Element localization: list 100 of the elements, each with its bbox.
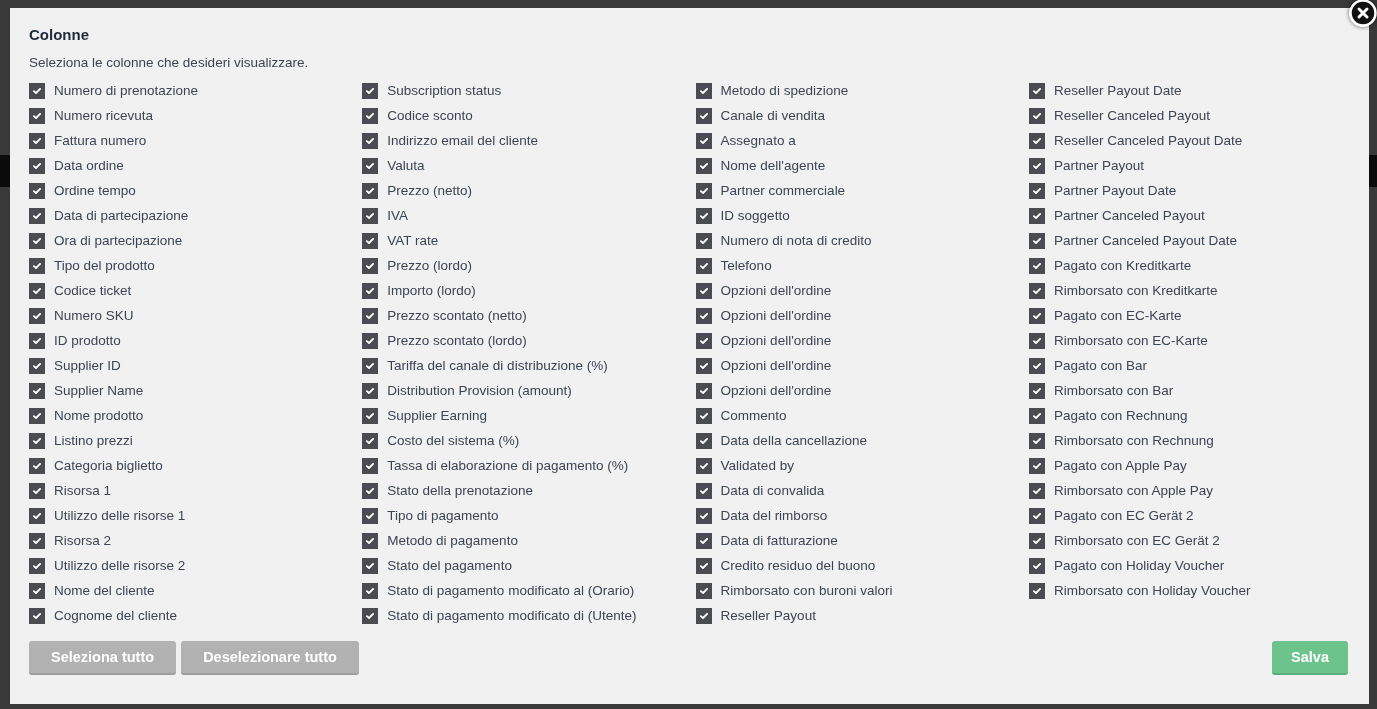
checkbox-label[interactable]: Opzioni dell'ordine bbox=[720, 283, 832, 298]
checkbox[interactable] bbox=[1028, 257, 1045, 274]
checkbox-label[interactable]: Pagato con Bar bbox=[1053, 358, 1147, 373]
checkbox[interactable] bbox=[695, 232, 712, 249]
checkbox[interactable] bbox=[695, 282, 712, 299]
checkbox[interactable] bbox=[362, 307, 379, 324]
checkbox-label[interactable]: Nome del cliente bbox=[54, 583, 155, 598]
checkbox-label[interactable]: Rimborsato con Bar bbox=[1053, 383, 1174, 398]
checkbox[interactable] bbox=[29, 557, 45, 574]
checkbox[interactable] bbox=[362, 82, 379, 99]
checkbox-label[interactable]: Risorsa 1 bbox=[54, 483, 112, 498]
checkbox-label[interactable]: Tariffa del canale di distribuzione (%) bbox=[387, 358, 608, 373]
checkbox[interactable] bbox=[29, 432, 45, 449]
checkbox-label[interactable]: VAT rate bbox=[387, 233, 439, 248]
checkbox[interactable] bbox=[29, 182, 45, 199]
checkbox[interactable] bbox=[695, 532, 712, 549]
checkbox[interactable] bbox=[1028, 282, 1045, 299]
checkbox-label[interactable]: Data ordine bbox=[54, 158, 124, 173]
checkbox[interactable] bbox=[362, 607, 379, 624]
checkbox-label[interactable]: Cognome del cliente bbox=[54, 608, 178, 623]
checkbox[interactable] bbox=[695, 582, 712, 599]
checkbox[interactable] bbox=[362, 182, 379, 199]
checkbox-label[interactable]: Opzioni dell'ordine bbox=[720, 383, 832, 398]
checkbox-label[interactable]: Credito residuo del buono bbox=[720, 558, 876, 573]
checkbox[interactable] bbox=[362, 457, 379, 474]
checkbox-label[interactable]: Rimborsato con EC-Karte bbox=[1053, 333, 1208, 348]
checkbox-label[interactable]: Partner commerciale bbox=[720, 183, 846, 198]
checkbox[interactable] bbox=[362, 357, 379, 374]
checkbox-label[interactable]: Tassa di elaborazione di pagamento (%) bbox=[387, 458, 629, 473]
checkbox-label[interactable]: Reseller Payout Date bbox=[1053, 83, 1182, 98]
checkbox-label[interactable]: Codice ticket bbox=[54, 283, 132, 298]
checkbox[interactable] bbox=[1028, 382, 1045, 399]
checkbox-label[interactable]: Utilizzo delle risorse 2 bbox=[54, 558, 186, 573]
checkbox[interactable] bbox=[1028, 557, 1045, 574]
checkbox-label[interactable]: Reseller Canceled Payout bbox=[1053, 108, 1210, 123]
checkbox-label[interactable]: IVA bbox=[387, 208, 409, 223]
checkbox[interactable] bbox=[29, 157, 45, 174]
checkbox-label[interactable]: Partner Canceled Payout bbox=[1053, 208, 1205, 223]
checkbox-label[interactable]: Data della cancellazione bbox=[720, 433, 867, 448]
checkbox-label[interactable]: Supplier Earning bbox=[387, 408, 488, 423]
checkbox-label[interactable]: Pagato con Apple Pay bbox=[1053, 458, 1187, 473]
checkbox[interactable] bbox=[29, 382, 45, 399]
checkbox[interactable] bbox=[362, 407, 379, 424]
checkbox[interactable] bbox=[362, 207, 379, 224]
checkbox[interactable] bbox=[29, 507, 45, 524]
checkbox-label[interactable]: Metodo di pagamento bbox=[387, 533, 518, 548]
checkbox[interactable] bbox=[695, 407, 712, 424]
checkbox-label[interactable]: ID soggetto bbox=[720, 208, 790, 223]
checkbox-label[interactable]: Canale di vendita bbox=[720, 108, 825, 123]
checkbox-label[interactable]: Stato del pagamento bbox=[387, 558, 512, 573]
checkbox-label[interactable]: Numero SKU bbox=[54, 308, 134, 323]
checkbox[interactable] bbox=[1028, 307, 1045, 324]
checkbox-label[interactable]: ID prodotto bbox=[54, 333, 121, 348]
checkbox[interactable] bbox=[1028, 107, 1045, 124]
checkbox[interactable] bbox=[362, 332, 379, 349]
checkbox[interactable] bbox=[695, 357, 712, 374]
checkbox-label[interactable]: Indirizzo email del cliente bbox=[387, 133, 539, 148]
checkbox-label[interactable]: Data di partecipazione bbox=[54, 208, 189, 223]
checkbox-label[interactable]: Tipo di pagamento bbox=[387, 508, 499, 523]
checkbox[interactable] bbox=[29, 332, 45, 349]
checkbox-label[interactable]: Rimborsato con Kreditkarte bbox=[1053, 283, 1218, 298]
checkbox-label[interactable]: Validated by bbox=[720, 458, 794, 473]
checkbox-label[interactable]: Fattura numero bbox=[54, 133, 147, 148]
checkbox-label[interactable]: Commento bbox=[720, 408, 787, 423]
checkbox[interactable] bbox=[29, 407, 45, 424]
checkbox[interactable] bbox=[29, 132, 45, 149]
checkbox[interactable] bbox=[1028, 457, 1045, 474]
checkbox-label[interactable]: Partner Payout Date bbox=[1053, 183, 1177, 198]
checkbox-label[interactable]: Utilizzo delle risorse 1 bbox=[54, 508, 186, 523]
checkbox-label[interactable]: Reseller Canceled Payout Date bbox=[1053, 133, 1243, 148]
checkbox[interactable] bbox=[695, 182, 712, 199]
checkbox-label[interactable]: Rimborsato con Rechnung bbox=[1053, 433, 1214, 448]
checkbox[interactable] bbox=[29, 257, 45, 274]
checkbox-label[interactable]: Prezzo scontato (netto) bbox=[387, 308, 527, 323]
checkbox-label[interactable]: Telefono bbox=[720, 258, 772, 273]
checkbox[interactable] bbox=[362, 382, 379, 399]
checkbox-label[interactable]: Stato di pagamento modificato di (Utente) bbox=[387, 608, 637, 623]
checkbox-label[interactable]: Prezzo (netto) bbox=[387, 183, 473, 198]
checkbox-label[interactable]: Rimborsato con EC Gerät 2 bbox=[1053, 533, 1220, 548]
checkbox-label[interactable]: Stato della prenotazione bbox=[387, 483, 533, 498]
checkbox[interactable] bbox=[695, 332, 712, 349]
checkbox-label[interactable]: Partner Payout bbox=[1053, 158, 1144, 173]
checkbox-label[interactable]: Risorsa 2 bbox=[54, 533, 112, 548]
checkbox[interactable] bbox=[1028, 507, 1045, 524]
checkbox[interactable] bbox=[362, 132, 379, 149]
checkbox-label[interactable]: Subscription status bbox=[387, 83, 502, 98]
checkbox[interactable] bbox=[29, 582, 45, 599]
checkbox-label[interactable]: Valuta bbox=[387, 158, 425, 173]
checkbox[interactable] bbox=[29, 357, 45, 374]
checkbox-label[interactable]: Pagato con Holiday Voucher bbox=[1053, 558, 1225, 573]
checkbox-label[interactable]: Partner Canceled Payout Date bbox=[1053, 233, 1237, 248]
checkbox-label[interactable]: Numero di nota di credito bbox=[720, 233, 872, 248]
checkbox-label[interactable]: Categoria biglietto bbox=[54, 458, 163, 473]
close-button[interactable] bbox=[1349, 0, 1377, 27]
checkbox[interactable] bbox=[362, 432, 379, 449]
checkbox-label[interactable]: Pagato con EC-Karte bbox=[1053, 308, 1182, 323]
checkbox[interactable] bbox=[1028, 357, 1045, 374]
checkbox[interactable] bbox=[362, 257, 379, 274]
checkbox-label[interactable]: Numero di prenotazione bbox=[54, 83, 199, 98]
checkbox[interactable] bbox=[1028, 407, 1045, 424]
